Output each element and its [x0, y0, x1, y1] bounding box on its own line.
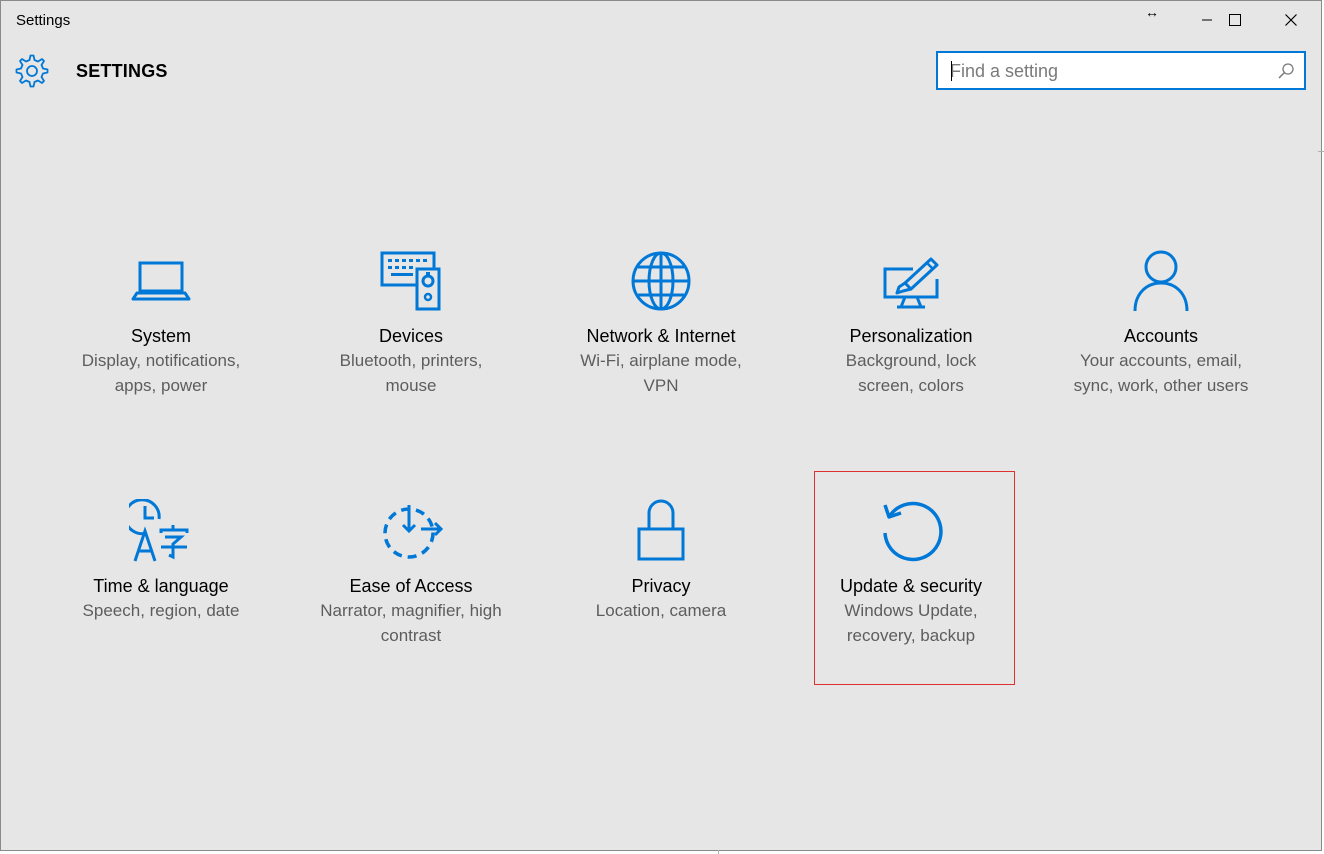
tile-title: Devices: [378, 326, 444, 346]
search-box[interactable]: [936, 51, 1306, 90]
tile-title: Time & language: [93, 576, 229, 596]
tile-network-internet[interactable]: Network & Internet Wi-Fi, airplane mode,…: [536, 249, 786, 398]
tile-system[interactable]: System Display, notifications, apps, pow…: [36, 249, 286, 398]
tile-ease-of-access[interactable]: Ease of Access Narrator, magnifier, high…: [286, 499, 536, 648]
page-title: SETTINGS: [76, 61, 168, 81]
search-icon[interactable]: [1277, 62, 1295, 80]
resize-cursor-icon: ↔: [1145, 4, 1159, 20]
globe-icon: [631, 251, 691, 311]
close-button[interactable]: [1263, 1, 1319, 39]
ease-of-access-icon: [383, 505, 443, 559]
tile-time-language[interactable]: Time & language Speech, region, date: [36, 499, 286, 623]
gear-icon: [15, 54, 49, 88]
tile-title: Ease of Access: [349, 576, 473, 596]
search-input[interactable]: [950, 59, 1270, 83]
tile-description: Display, notifications, apps, power: [81, 351, 241, 395]
laptop-icon: [131, 261, 191, 301]
tile-description: Speech, region, date: [82, 601, 240, 620]
tile-description: Narrator, magnifier, high contrast: [320, 601, 502, 645]
refresh-icon: [883, 501, 943, 562]
tile-title: Privacy: [631, 576, 691, 596]
tile-description: Bluetooth, printers, mouse: [339, 351, 483, 395]
title-bar[interactable]: Settings ↔: [1, 1, 1321, 39]
time-language-icon: [129, 499, 189, 562]
tile-title: Update & security: [839, 576, 983, 596]
tile-description: Location, camera: [595, 601, 727, 620]
person-icon: [1133, 250, 1189, 312]
tile-privacy[interactable]: Privacy Location, camera: [536, 499, 786, 623]
tile-accounts[interactable]: Accounts Your accounts, email, sync, wor…: [1036, 249, 1286, 398]
tile-description: Wi-Fi, airplane mode, VPN: [580, 351, 742, 395]
desktop-edge-mark: [1318, 151, 1324, 152]
tile-personalization[interactable]: Personalization Background, lock screen,…: [786, 249, 1036, 398]
devices-icon: [380, 251, 441, 311]
lock-icon: [637, 499, 685, 561]
tile-update-security[interactable]: Update & security Windows Update, recove…: [786, 499, 1036, 648]
maximize-icon: [1229, 14, 1241, 26]
window-title: Settings: [16, 12, 71, 29]
tile-description: Windows Update, recovery, backup: [844, 601, 978, 645]
tile-description: Your accounts, email, sync, work, other …: [1073, 351, 1249, 395]
tile-title: Network & Internet: [586, 326, 736, 346]
tile-description: Background, lock screen, colors: [845, 351, 977, 395]
tile-devices[interactable]: Devices Bluetooth, printers, mouse: [286, 249, 536, 398]
tile-title: Accounts: [1123, 326, 1199, 346]
maximize-button[interactable]: [1207, 1, 1263, 39]
settings-window: Settings ↔ SETTINGS Find a setting Syste…: [0, 0, 1322, 851]
close-icon: [1285, 14, 1297, 26]
text-caret: [951, 61, 952, 81]
tile-title: Personalization: [849, 326, 973, 346]
paint-icon: [883, 257, 939, 309]
settings-header: SETTINGS: [1, 45, 1321, 97]
tile-title: System: [130, 326, 191, 346]
desktop-edge-mark: [718, 850, 719, 854]
